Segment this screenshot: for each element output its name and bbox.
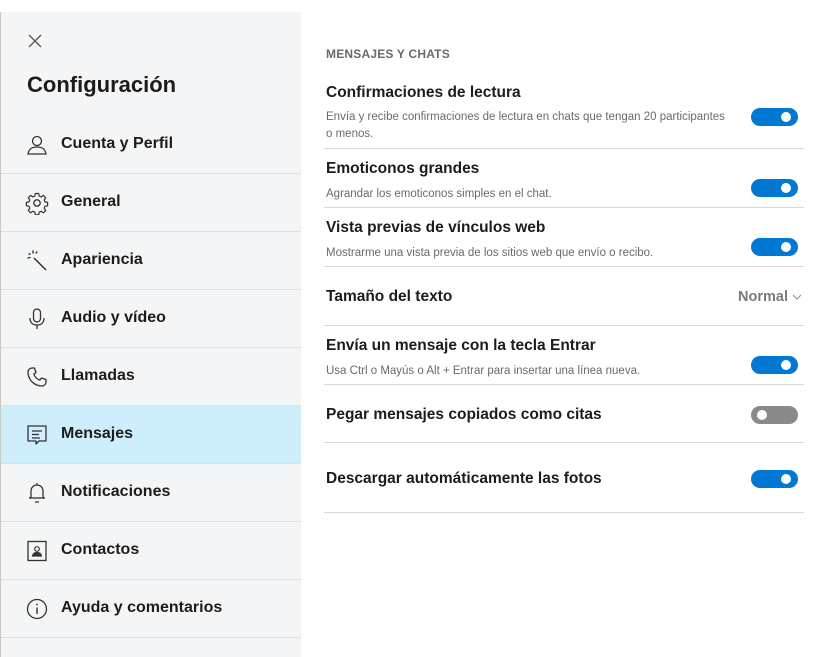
close-button[interactable] [24, 30, 46, 52]
settings-content: MENSAJES Y CHATS Confirmaciones de lectu… [324, 12, 806, 657]
sidebar-item-label: Ayuda y comentarios [61, 599, 223, 616]
phone-icon [25, 365, 49, 389]
section-title: MENSAJES Y CHATS [326, 47, 450, 61]
setting-description: Envía y recibe confirmaciones de lectura… [326, 111, 725, 140]
settings-title: Configuración [27, 72, 177, 97]
toggle-knob [781, 360, 791, 370]
sidebar-item-label: General [61, 193, 121, 210]
setting-enter-to-send: Envía un mensaje con la tecla Entrar Usa… [324, 326, 804, 385]
auto-download-photos-toggle[interactable] [751, 470, 798, 488]
sidebar-item-label: Mensajes [61, 425, 134, 442]
setting-read-receipts: Confirmaciones de lectura Envía y recibe… [324, 82, 804, 149]
setting-description: Usa Ctrl o Mayús o Alt + Entrar para ins… [326, 365, 641, 377]
settings-sidebar: Configuración Cuenta y Perfil General Ap… [1, 12, 301, 657]
setting-title: Vista previas de vínculos web [326, 219, 546, 236]
setting-title: Descargar automáticamente las fotos [326, 470, 602, 487]
person-icon [25, 133, 49, 157]
info-icon [25, 597, 49, 621]
read-receipts-toggle[interactable] [751, 108, 798, 126]
large-emoticons-toggle[interactable] [751, 179, 798, 197]
setting-link-previews: Vista previas de vínculos web Mostrarme … [324, 208, 804, 267]
setting-text-size: Tamaño del texto Normal [324, 267, 804, 326]
text-size-value: Normal [738, 289, 788, 305]
link-previews-toggle[interactable] [751, 238, 798, 256]
sidebar-item-apariencia[interactable]: Apariencia [1, 232, 301, 290]
sidebar-item-notificaciones[interactable]: Notificaciones [1, 464, 301, 522]
paste-as-quote-toggle[interactable] [751, 406, 798, 424]
bell-icon [25, 481, 49, 505]
sidebar-item-ayuda-y-comentarios[interactable]: Ayuda y comentarios [1, 580, 301, 638]
chevron-down-icon [792, 294, 802, 300]
setting-paste-as-quote: Pegar mensajes copiados como citas [324, 385, 804, 443]
toggle-knob [781, 474, 791, 484]
toggle-knob [781, 242, 791, 252]
sidebar-item-label: Cuenta y Perfil [61, 135, 174, 152]
enter-to-send-toggle[interactable] [751, 356, 798, 374]
magic-wand-icon [25, 249, 49, 273]
sidebar-item-contactos[interactable]: Contactos [1, 522, 301, 580]
sidebar-item-label: Contactos [61, 541, 140, 558]
toggle-knob [781, 183, 791, 193]
text-size-dropdown[interactable]: Normal [738, 289, 802, 305]
setting-title: Confirmaciones de lectura [326, 84, 521, 101]
setting-large-emoticons: Emoticonos grandes Agrandar los emoticon… [324, 149, 804, 208]
toggle-knob [781, 112, 791, 122]
setting-description: Agrandar los emoticonos simples en el ch… [326, 188, 552, 200]
setting-auto-download-photos: Descargar automáticamente las fotos [324, 443, 804, 513]
message-icon [25, 423, 49, 447]
setting-title: Emoticonos grandes [326, 160, 480, 177]
sidebar-item-label: Apariencia [61, 251, 143, 268]
sidebar-item-llamadas[interactable]: Llamadas [1, 348, 301, 406]
setting-title: Pegar mensajes copiados como citas [326, 406, 602, 423]
setting-title: Envía un mensaje con la tecla Entrar [326, 337, 596, 354]
gear-icon [25, 191, 49, 216]
sidebar-item-label: Notificaciones [61, 483, 171, 500]
sidebar-item-general[interactable]: General [1, 174, 301, 232]
settings-nav: Cuenta y Perfil General Apariencia Audio… [1, 116, 301, 638]
setting-description: Mostrarme una vista previa de los sitios… [326, 247, 654, 259]
sidebar-item-cuenta-y-perfil[interactable]: Cuenta y Perfil [1, 116, 301, 174]
sidebar-item-label: Llamadas [61, 367, 135, 384]
close-icon [28, 34, 42, 48]
sidebar-item-audio-y-video[interactable]: Audio y vídeo [1, 290, 301, 348]
microphone-icon [25, 307, 49, 331]
sidebar-item-label: Audio y vídeo [61, 309, 166, 326]
sidebar-item-mensajes[interactable]: Mensajes [1, 406, 301, 464]
setting-title: Tamaño del texto [326, 288, 453, 305]
contact-card-icon [25, 539, 49, 563]
toggle-knob [757, 410, 767, 420]
